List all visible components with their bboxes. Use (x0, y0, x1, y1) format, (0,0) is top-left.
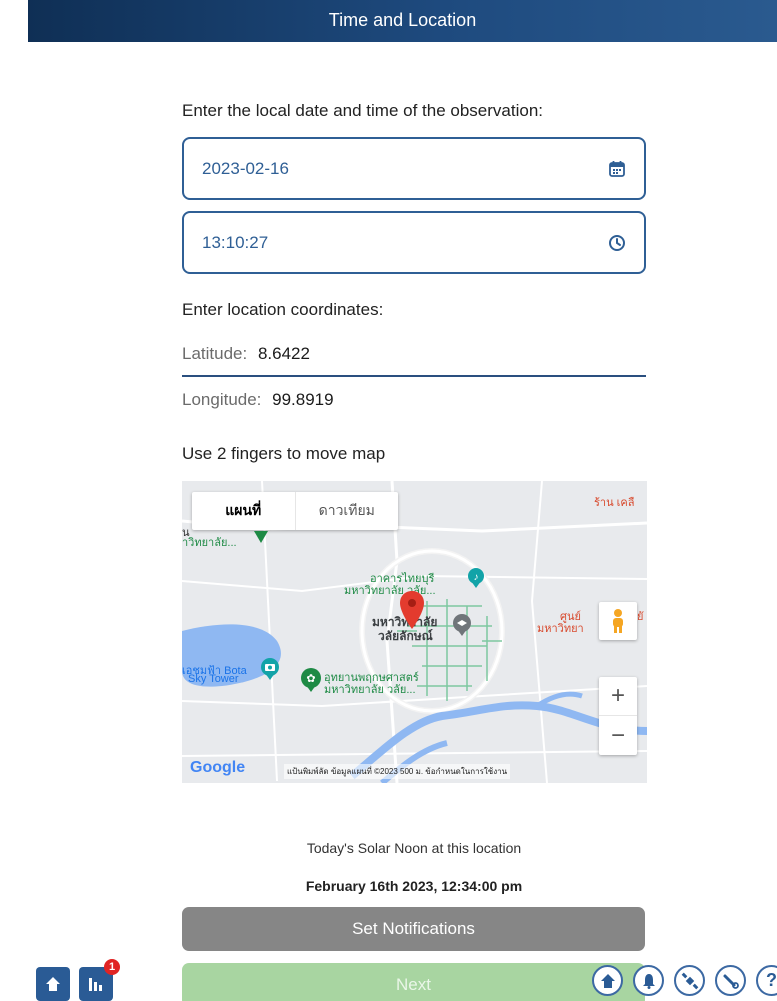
map-attribution[interactable]: แป้นพิมพ์ลัด ข้อมูลแผนที่ ©2023 500 ม. ข… (284, 764, 511, 779)
garden-poi-icon[interactable]: ✿ (300, 667, 322, 693)
home-icon (46, 977, 60, 991)
next-button[interactable]: Next (182, 963, 645, 1001)
page-header: Time and Location (28, 0, 777, 42)
telescope-button[interactable] (715, 965, 746, 996)
location-prompt: Enter location coordinates: (182, 300, 384, 319)
map-label: ร้าน เคลื (594, 497, 635, 509)
longitude-field[interactable]: Longitude: 99.8919 (182, 390, 334, 410)
longitude-label: Longitude: (182, 390, 262, 409)
latitude-label: Latitude: (182, 344, 248, 363)
notification-badge: 1 (104, 959, 120, 975)
home-circle-button[interactable] (592, 965, 623, 996)
time-value: 13:10:27 (202, 232, 269, 252)
calendar-icon[interactable] (608, 160, 626, 178)
solar-noon-value: February 16th 2023, 12:34:00 pm (305, 878, 523, 894)
telescope-icon (723, 974, 739, 989)
home-button[interactable] (36, 967, 70, 1001)
set-notifications-button[interactable]: Set Notifications (182, 907, 645, 951)
zoom-in-button[interactable]: + (599, 677, 637, 716)
bell-icon (642, 973, 655, 989)
bar-chart-icon (89, 978, 102, 991)
satellite-icon (681, 972, 698, 989)
map-label: มหาวิทยา (537, 623, 584, 635)
bottom-left-toolbar: 1 (36, 959, 120, 1001)
map-hint: Use 2 fingers to move map (182, 444, 386, 463)
longitude-value: 99.8919 (272, 390, 334, 409)
map-type-control: แผนที่ ดาวเทียม (192, 492, 398, 530)
latitude-value: 8.6422 (257, 344, 310, 363)
map-type-map[interactable]: แผนที่ (192, 492, 296, 530)
map-view[interactable]: แผนที่ ดาวเทียม น าวิทยาลัย... ร้าน เคลื… (182, 481, 647, 783)
map-label: าวิทยาลัย... (182, 537, 237, 549)
location-pin-icon[interactable] (400, 591, 424, 629)
music-poi-icon[interactable]: ♪ (467, 567, 485, 589)
latitude-underline (182, 375, 646, 377)
time-field[interactable]: 13:10:27 (182, 211, 646, 274)
camera-poi-icon[interactable] (260, 657, 280, 681)
map-label: ยั (637, 611, 644, 623)
solar-noon-label: Today's Solar Noon at this location (306, 840, 522, 856)
google-logo: Google (190, 759, 246, 776)
svg-text:♪: ♪ (474, 572, 479, 583)
map-label: วลัยลักษณ์ (378, 629, 433, 643)
page-title: Time and Location (328, 10, 477, 30)
date-value: 2023-02-16 (202, 158, 289, 178)
map-label: Sky Tower (188, 673, 239, 685)
stats-button[interactable]: 1 (79, 959, 120, 1001)
date-field[interactable]: 2023-02-16 (182, 137, 646, 200)
map-label: มหาวิทยาลัย วลัย... (324, 684, 416, 696)
satellite-button[interactable] (674, 965, 705, 996)
zoom-out-button[interactable]: − (599, 716, 637, 755)
svg-text:✿: ✿ (306, 673, 315, 685)
help-button[interactable]: ? (756, 965, 777, 996)
date-time-prompt: Enter the local date and time of the obs… (182, 101, 544, 120)
university-poi-icon[interactable] (452, 613, 472, 637)
map-type-satellite[interactable]: ดาวเทียม (296, 492, 399, 530)
zoom-control: + − (599, 677, 637, 755)
pegman-icon (613, 609, 623, 633)
street-view-pegman[interactable] (599, 602, 637, 640)
home-icon (600, 973, 615, 988)
latitude-field[interactable]: Latitude: 8.6422 (182, 344, 310, 364)
bell-button[interactable] (633, 965, 664, 996)
poi-marker-icon[interactable] (254, 531, 268, 543)
clock-icon[interactable] (608, 234, 626, 252)
bottom-right-toolbar: ? (592, 965, 777, 996)
